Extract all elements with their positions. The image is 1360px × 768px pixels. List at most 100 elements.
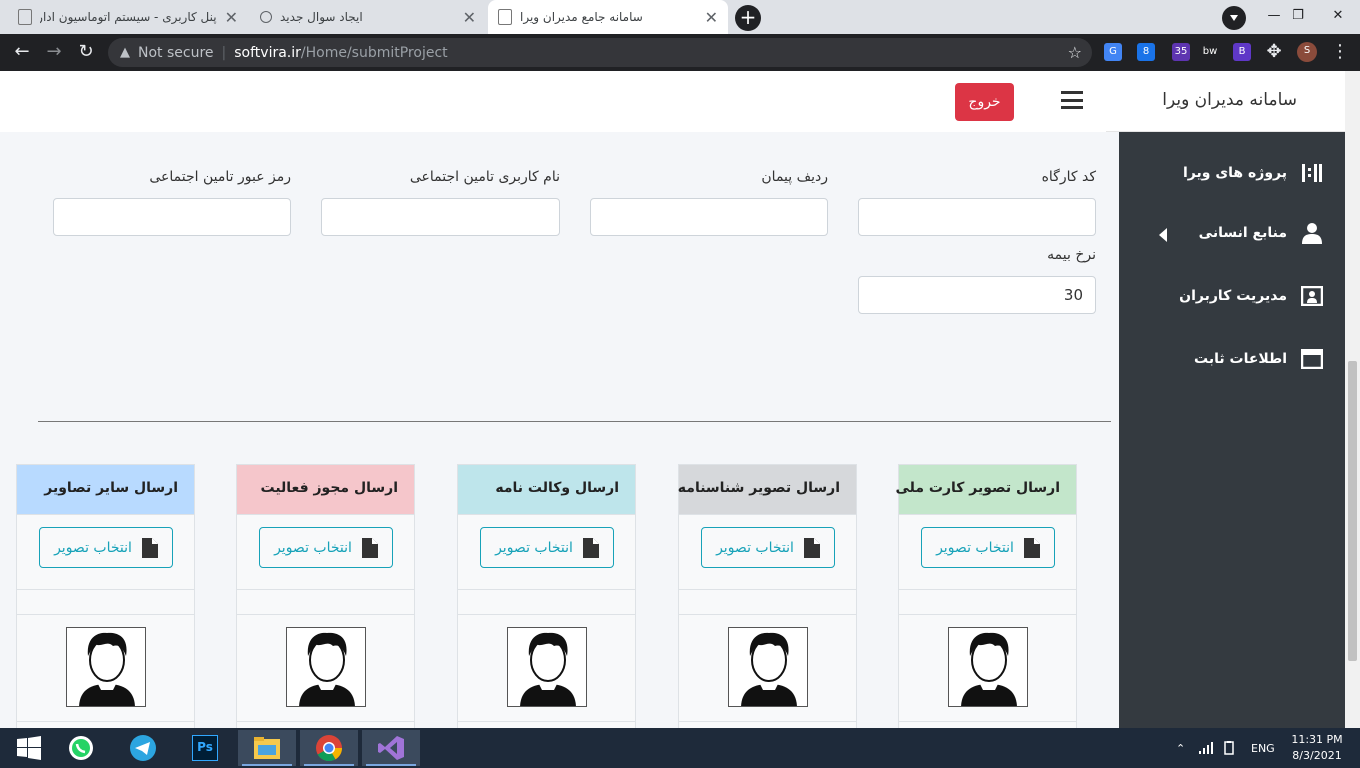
profile-avatar[interactable]: S [1297,42,1317,62]
tab-search-icon[interactable] [1222,6,1246,30]
select-image-button[interactable]: انتخاب تصویر [259,527,393,568]
workshop-code-input[interactable] [858,198,1096,236]
avatar-placeholder-icon [728,627,808,707]
whatsapp-icon[interactable] [52,730,110,766]
card-title: ارسال تصویر کارت ملی [895,465,1076,515]
scrollbar-thumb[interactable] [1348,361,1357,661]
ss-username-label: نام کاربری تامین اجتماعی [409,169,560,185]
browser-toolbar: ← → ↻ ▲ Not secure | softvira.ir /Home/s… [0,34,1360,71]
ss-username-input[interactable] [321,198,560,236]
sidebar-item-user-management[interactable]: مدیریت کاربران [1179,281,1323,311]
windows-start-icon[interactable] [0,730,58,766]
battery-icon[interactable] [1222,728,1236,768]
google-translate-icon[interactable]: G [1104,43,1122,61]
bw-ext-icon[interactable]: bw [1201,43,1219,61]
logout-button[interactable]: خروج [955,83,1014,121]
workshop-code-label: کد کارگاه [1041,169,1096,185]
insurance-rate-input[interactable]: 30 [858,276,1096,314]
window-icon [1301,348,1323,370]
show-hidden-icons[interactable]: ⌃ [1176,728,1185,768]
sidebar: پروژه های ویرا منابع انسانی مدیریت کاربر… [1119,132,1345,728]
card-title: ارسال سایر تصاویر [17,465,194,515]
upload-card: ارسال تصویر شناسنامهانتخاب تصویرآپلود و … [678,464,857,728]
globe-favicon-icon [260,11,272,23]
new-tab-button[interactable]: + [735,5,761,31]
file-icon [1022,537,1040,558]
bootstrap-ext-icon[interactable]: B [1233,43,1251,61]
tab-title: پنل کاربری - سیستم اتوماسیون اداری [40,10,217,24]
telegram-icon[interactable] [114,730,172,766]
tab-close-icon[interactable]: ✕ [225,8,238,27]
tab-close-icon[interactable]: ✕ [463,8,476,27]
card-preview-row [237,615,414,722]
tab-title: سامانه جامع مدیران ویرا [520,10,643,24]
network-icon[interactable] [1198,728,1214,768]
projects-icon [1301,162,1323,184]
brand-title[interactable]: سامانه مدیران ویرا [1162,90,1297,110]
forward-icon[interactable]: → [42,41,66,65]
select-image-button[interactable]: انتخاب تصویر [39,527,173,568]
users-manage-icon [1301,285,1323,307]
reload-icon[interactable]: ↻ [74,41,98,65]
submenu-caret-icon[interactable] [1159,228,1167,242]
back-icon[interactable]: ← [10,41,34,65]
browser-tab-active[interactable]: سامانه جامع مدیران ویرا ✕ [488,0,728,34]
tab-close-icon[interactable]: ✕ [705,8,718,27]
browser-tab[interactable]: ایجاد سوال جدید ✕ [250,0,486,34]
card-preview-row [899,615,1076,722]
upload-card: ارسال وکالت نامهانتخاب تصویرآپلود و نمای… [457,464,636,728]
extensions-puzzle-icon[interactable]: ✥ [1262,41,1286,65]
hamburger-menu-icon[interactable] [1061,91,1083,109]
select-image-label: انتخاب تصویر [716,539,794,556]
card-select-row: انتخاب تصویر [458,515,635,590]
sidebar-item-fixed-info[interactable]: اطلاعات ثابت [1194,344,1323,374]
brand-area: سامانه مدیران ویرا [1106,71,1345,132]
card-title: ارسال مجوز فعالیت [237,465,414,515]
security-label[interactable]: Not secure [138,45,214,61]
card-title: ارسال تصویر شناسنامه [678,465,856,515]
photoshop-icon[interactable]: Ps [176,730,234,766]
insurance-rate-label: نرخ بیمه [1047,247,1096,263]
select-image-button[interactable]: انتخاب تصویر [701,527,835,568]
avatar-placeholder-icon [66,627,146,707]
card-select-row: انتخاب تصویر [679,515,856,590]
counter-ext-icon[interactable]: 35 [1172,43,1190,61]
select-image-label: انتخاب تصویر [495,539,573,556]
close-window-icon[interactable]: ✕ [1318,0,1358,34]
browser-menu-icon[interactable]: ⋮ [1328,41,1352,65]
select-image-label: انتخاب تصویر [274,539,352,556]
contract-row-input[interactable] [590,198,828,236]
upload-card: ارسال مجوز فعالیتانتخاب تصویرآپلود و نما… [236,464,415,728]
select-image-button[interactable]: انتخاب تصویر [921,527,1055,568]
clock-time: 11:31 PM [1291,733,1343,746]
sidebar-item-projects[interactable]: پروژه های ویرا [1183,158,1323,188]
warning-icon[interactable]: ▲ [120,45,130,60]
restore-icon[interactable]: ❐ [1278,0,1318,34]
page-scrollbar[interactable] [1345,71,1360,728]
user-icon [1301,222,1323,244]
windows-taskbar: Ps ⌃ ENG 11:31 PM 8/3/2021 [0,728,1360,768]
language-indicator[interactable]: ENG [1251,728,1275,768]
avatar-placeholder-icon [507,627,587,707]
card-file-row [679,590,856,615]
file-icon [581,537,599,558]
bookmark-ext-icon[interactable]: 8 [1137,43,1155,61]
upload-card: ارسال سایر تصاویرانتخاب تصویرآپلود و نما… [16,464,195,728]
sidebar-item-human-resources[interactable]: منابع انسانی [1199,218,1323,248]
card-file-row [237,590,414,615]
taskbar-clock[interactable]: 11:31 PM 8/3/2021 [1284,732,1350,764]
address-bar[interactable]: ▲ Not secure | softvira.ir /Home/submitP… [108,38,1092,67]
sidebar-item-label: مدیریت کاربران [1179,288,1287,304]
browser-tab[interactable]: پنل کاربری - سیستم اتوماسیون اداری ✕ [8,0,248,34]
file-icon [140,537,158,558]
visual-studio-icon[interactable] [362,730,420,766]
avatar-placeholder-icon [948,627,1028,707]
ss-password-input[interactable] [53,198,291,236]
file-explorer-icon[interactable] [238,730,296,766]
select-image-button[interactable]: انتخاب تصویر [480,527,614,568]
bookmark-star-icon[interactable]: ☆ [1068,43,1082,62]
chrome-icon[interactable] [300,730,358,766]
file-icon [802,537,820,558]
url-path: /Home/submitProject [300,44,448,61]
page: خروج سامانه مدیران ویرا پروژه های ویرا م… [0,71,1345,728]
